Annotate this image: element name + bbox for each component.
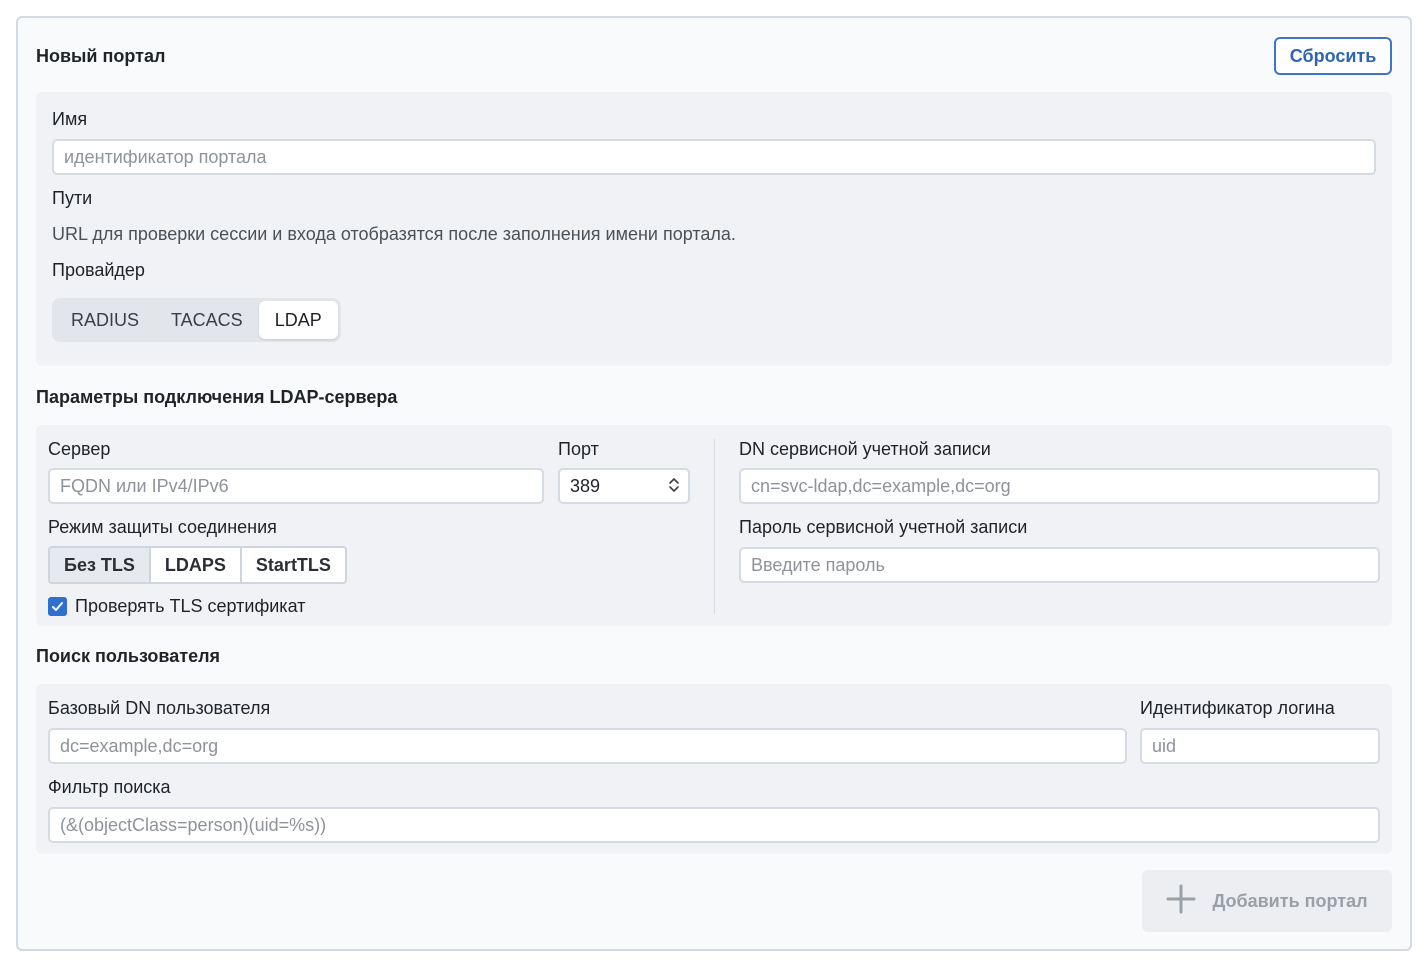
search-filter-input[interactable]: [48, 807, 1380, 843]
base-dn-label: Базовый DN пользователя: [48, 698, 271, 718]
tls-mode-starttls[interactable]: StartTLS: [242, 548, 345, 582]
stepper-arrows-icon[interactable]: [668, 475, 680, 500]
provider-label: Провайдер: [52, 260, 145, 280]
bind-password-input[interactable]: [739, 547, 1380, 583]
tls-mode-label: Режим защиты соединения: [48, 517, 277, 537]
login-attr-label: Идентификатор логина: [1140, 698, 1335, 718]
name-label: Имя: [52, 109, 88, 129]
check-icon: [52, 602, 63, 611]
provider-selector: RADIUS TACACS LDAP: [52, 298, 341, 342]
tls-mode-none[interactable]: Без TLS: [50, 548, 151, 582]
verify-tls-checkbox[interactable]: [48, 597, 67, 616]
login-attr-input[interactable]: [1140, 728, 1380, 764]
port-stepper: [558, 468, 690, 504]
server-label: Сервер: [48, 439, 111, 459]
page-title: Новый портал: [36, 46, 166, 66]
verify-tls-label[interactable]: Проверять TLS сертификат: [75, 596, 305, 617]
port-label: Порт: [558, 439, 599, 459]
search-filter-label: Фильтр поиска: [48, 777, 171, 797]
tls-mode-ldaps[interactable]: LDAPS: [151, 548, 242, 582]
paths-label: Пути: [52, 188, 93, 208]
server-input[interactable]: [48, 468, 544, 504]
reset-button[interactable]: Сбросить: [1274, 37, 1392, 75]
bind-password-label: Пароль сервисной учетной записи: [739, 517, 1028, 537]
provider-radius[interactable]: RADIUS: [55, 301, 155, 339]
base-dn-input[interactable]: [48, 728, 1127, 764]
ldap-section-title: Параметры подключения LDAP-сервера: [36, 387, 398, 407]
user-search-section-title: Поиск пользователя: [36, 646, 221, 666]
add-portal-label: Добавить портал: [1212, 890, 1368, 911]
portal-name-input[interactable]: [52, 139, 1376, 175]
add-portal-button[interactable]: Добавить портал: [1142, 870, 1392, 932]
tls-mode-selector: Без TLS LDAPS StartTLS: [48, 546, 347, 584]
provider-tacacs[interactable]: TACACS: [155, 301, 259, 339]
bind-dn-label: DN сервисной учетной записи: [739, 439, 991, 459]
plus-icon: [1166, 884, 1196, 919]
column-divider: [714, 439, 715, 614]
paths-hint: URL для проверки сессии и входа отобразя…: [52, 224, 736, 244]
bind-dn-input[interactable]: [739, 468, 1380, 504]
provider-ldap[interactable]: LDAP: [258, 301, 338, 339]
new-portal-card: Новый портал Сбросить Имя Пути URL для п…: [16, 16, 1412, 951]
